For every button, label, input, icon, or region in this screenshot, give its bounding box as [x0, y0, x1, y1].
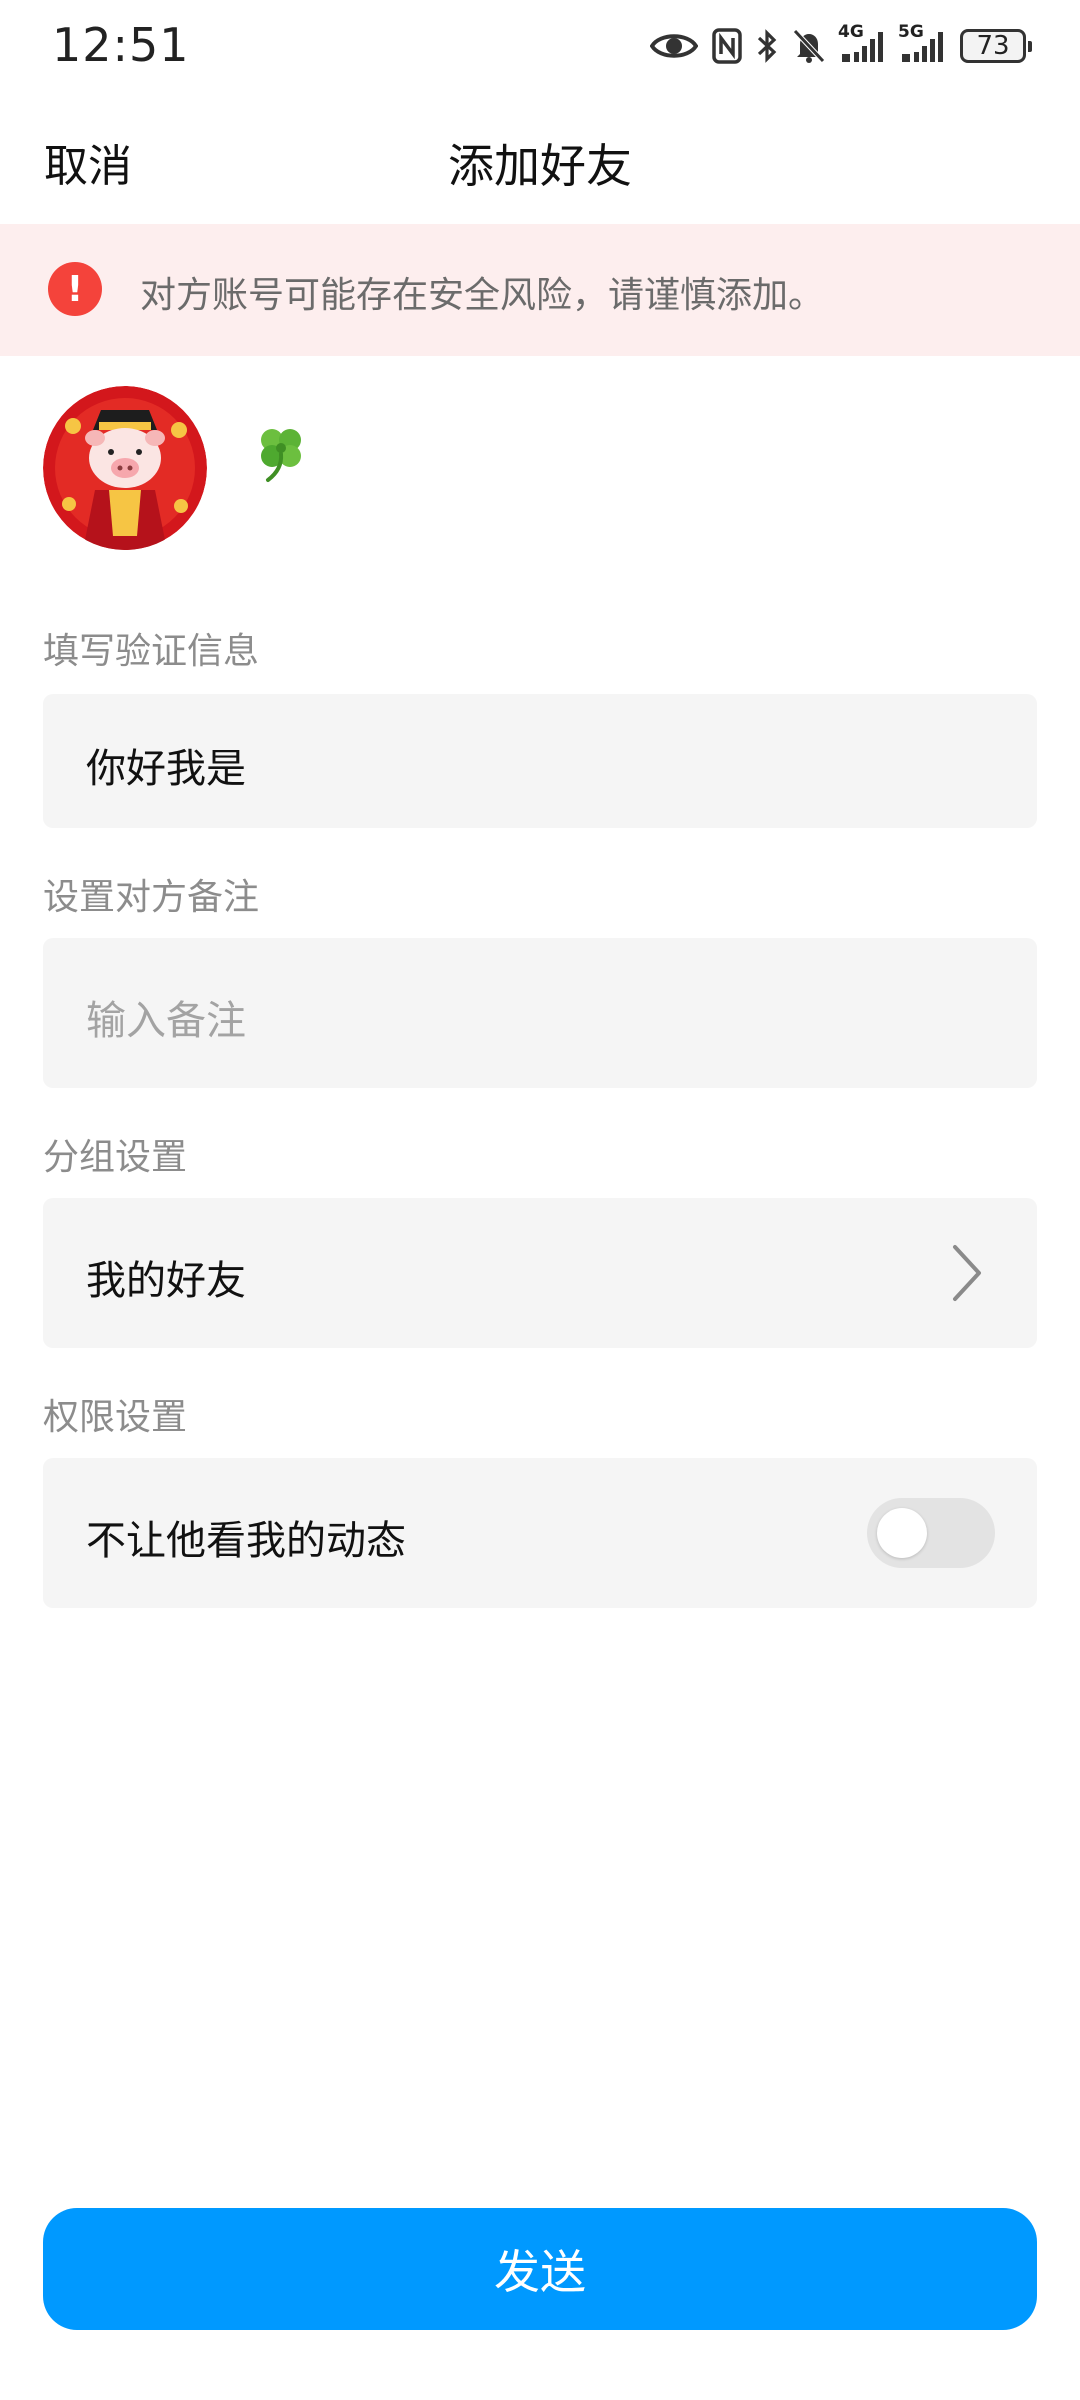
warning-icon: ! [48, 262, 102, 316]
nfc-icon [712, 28, 742, 64]
pig-avatar-icon [43, 386, 207, 550]
bluetooth-icon [756, 28, 778, 64]
network-5g-label: 5G [898, 22, 924, 42]
permission-row: 不让他看我的动态 [43, 1458, 1037, 1608]
eye-icon [650, 30, 698, 62]
verification-field[interactable]: 你好我是 [43, 694, 1037, 828]
hide-moments-toggle[interactable] [867, 1498, 995, 1568]
status-bar: 12:51 4G 5G 73 [0, 0, 1080, 92]
warning-text: 对方账号可能存在安全风险，请谨慎添加。 [140, 275, 825, 316]
status-time: 12:51 [52, 18, 190, 72]
group-label: 分组设置 [43, 1137, 188, 1178]
network-4g-label: 4G [838, 22, 864, 42]
send-button[interactable]: 发送 [43, 2208, 1037, 2330]
remark-placeholder: 输入备注 [86, 998, 246, 1044]
signal-5g-icon: 5G [898, 22, 946, 64]
signal-4g-icon: 4G [838, 22, 886, 64]
bell-off-icon [792, 28, 826, 64]
avatar[interactable] [43, 386, 207, 550]
security-warning-banner: ! 对方账号可能存在安全风险，请谨慎添加。 [0, 224, 1080, 356]
battery-icon: 73 [960, 29, 1032, 63]
page-title: 添加好友 [448, 139, 632, 193]
remark-label: 设置对方备注 [43, 877, 260, 918]
verification-input-value: 你好我是 [86, 746, 246, 792]
status-icons: 4G 5G 73 [650, 22, 1032, 70]
group-value: 我的好友 [86, 1258, 246, 1304]
toggle-knob [877, 1508, 927, 1558]
battery-level: 73 [976, 31, 1010, 61]
hide-moments-label: 不让他看我的动态 [86, 1518, 406, 1564]
verification-label: 填写验证信息 [43, 631, 260, 672]
nav-bar: 取消 添加好友 [0, 92, 1080, 224]
permission-label: 权限设置 [43, 1397, 188, 1438]
four-leaf-clover-icon [252, 420, 312, 484]
chevron-right-icon [953, 1245, 981, 1301]
remark-input[interactable]: 输入备注 [43, 938, 1037, 1088]
group-selector[interactable]: 我的好友 [43, 1198, 1037, 1348]
